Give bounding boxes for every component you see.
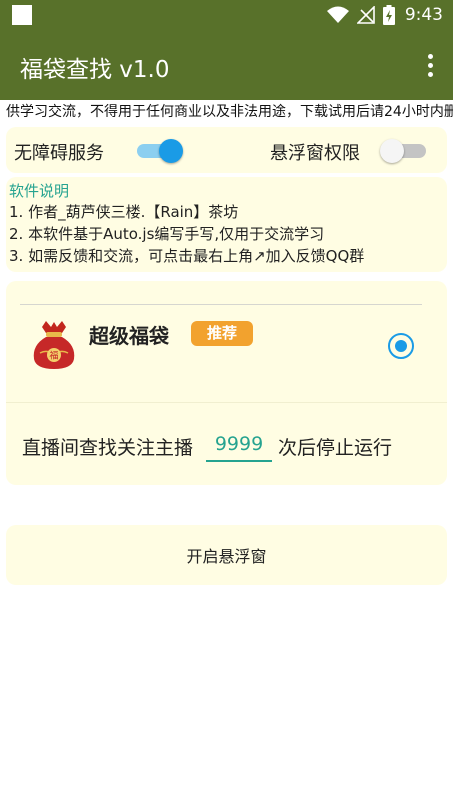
open-overlay-button[interactable]: 开启悬浮窗	[6, 525, 447, 585]
info-title: 软件说明	[9, 182, 70, 200]
battery-charging-icon	[382, 5, 395, 25]
follow-count-input[interactable]	[206, 428, 272, 462]
app-bar: 福袋查找 v1.0	[0, 30, 453, 100]
mode-title: 超级福袋	[89, 324, 169, 348]
info-line-author: 1. 作者_葫芦侠三楼.【Rain】茶坊	[9, 203, 239, 221]
mode-radio[interactable]	[388, 333, 414, 359]
mode-card: 福 超级福袋 推荐 直播间查找关注主播 次后停止运行	[6, 281, 447, 485]
notice-marquee: 供学习交流，不得用于任何商业以及非法用途，下载试用后请24小时内删除	[6, 104, 453, 120]
accessibility-label: 无障碍服务	[14, 143, 104, 164]
search-suffix-label: 次后停止运行	[278, 437, 393, 459]
section-divider	[6, 402, 447, 403]
notification-icon	[12, 5, 32, 25]
recommend-badge: 推荐	[191, 321, 253, 346]
lucky-bag-icon: 福	[33, 321, 75, 369]
accessibility-switch[interactable]	[133, 139, 183, 163]
bag-symbol: 福	[49, 350, 58, 362]
overflow-menu-icon[interactable]	[425, 54, 435, 78]
info-line-autojs: 2. 本软件基于Auto.js编写手写,仅用于交流学习	[9, 225, 325, 243]
clock: 9:43	[404, 5, 443, 25]
info-line-feedback: 3. 如需反馈和交流，可点击最右上角↗加入反馈QQ群	[9, 247, 365, 265]
app-title: 福袋查找 v1.0	[20, 57, 170, 83]
no-signal-icon	[356, 6, 375, 24]
search-prefix-label: 直播间查找关注主播	[22, 437, 194, 459]
overlay-permission-label: 悬浮窗权限	[270, 143, 360, 164]
status-icons: 9:43	[326, 4, 443, 26]
status-bar: 9:43	[0, 0, 453, 30]
permissions-card: 无障碍服务 悬浮窗权限	[6, 127, 447, 173]
overlay-permission-switch[interactable]	[380, 139, 430, 163]
wifi-icon	[326, 6, 349, 23]
info-card: 软件说明 1. 作者_葫芦侠三楼.【Rain】茶坊 2. 本软件基于Auto.j…	[6, 177, 447, 272]
open-overlay-label: 开启悬浮窗	[186, 547, 267, 566]
divider	[20, 304, 422, 305]
